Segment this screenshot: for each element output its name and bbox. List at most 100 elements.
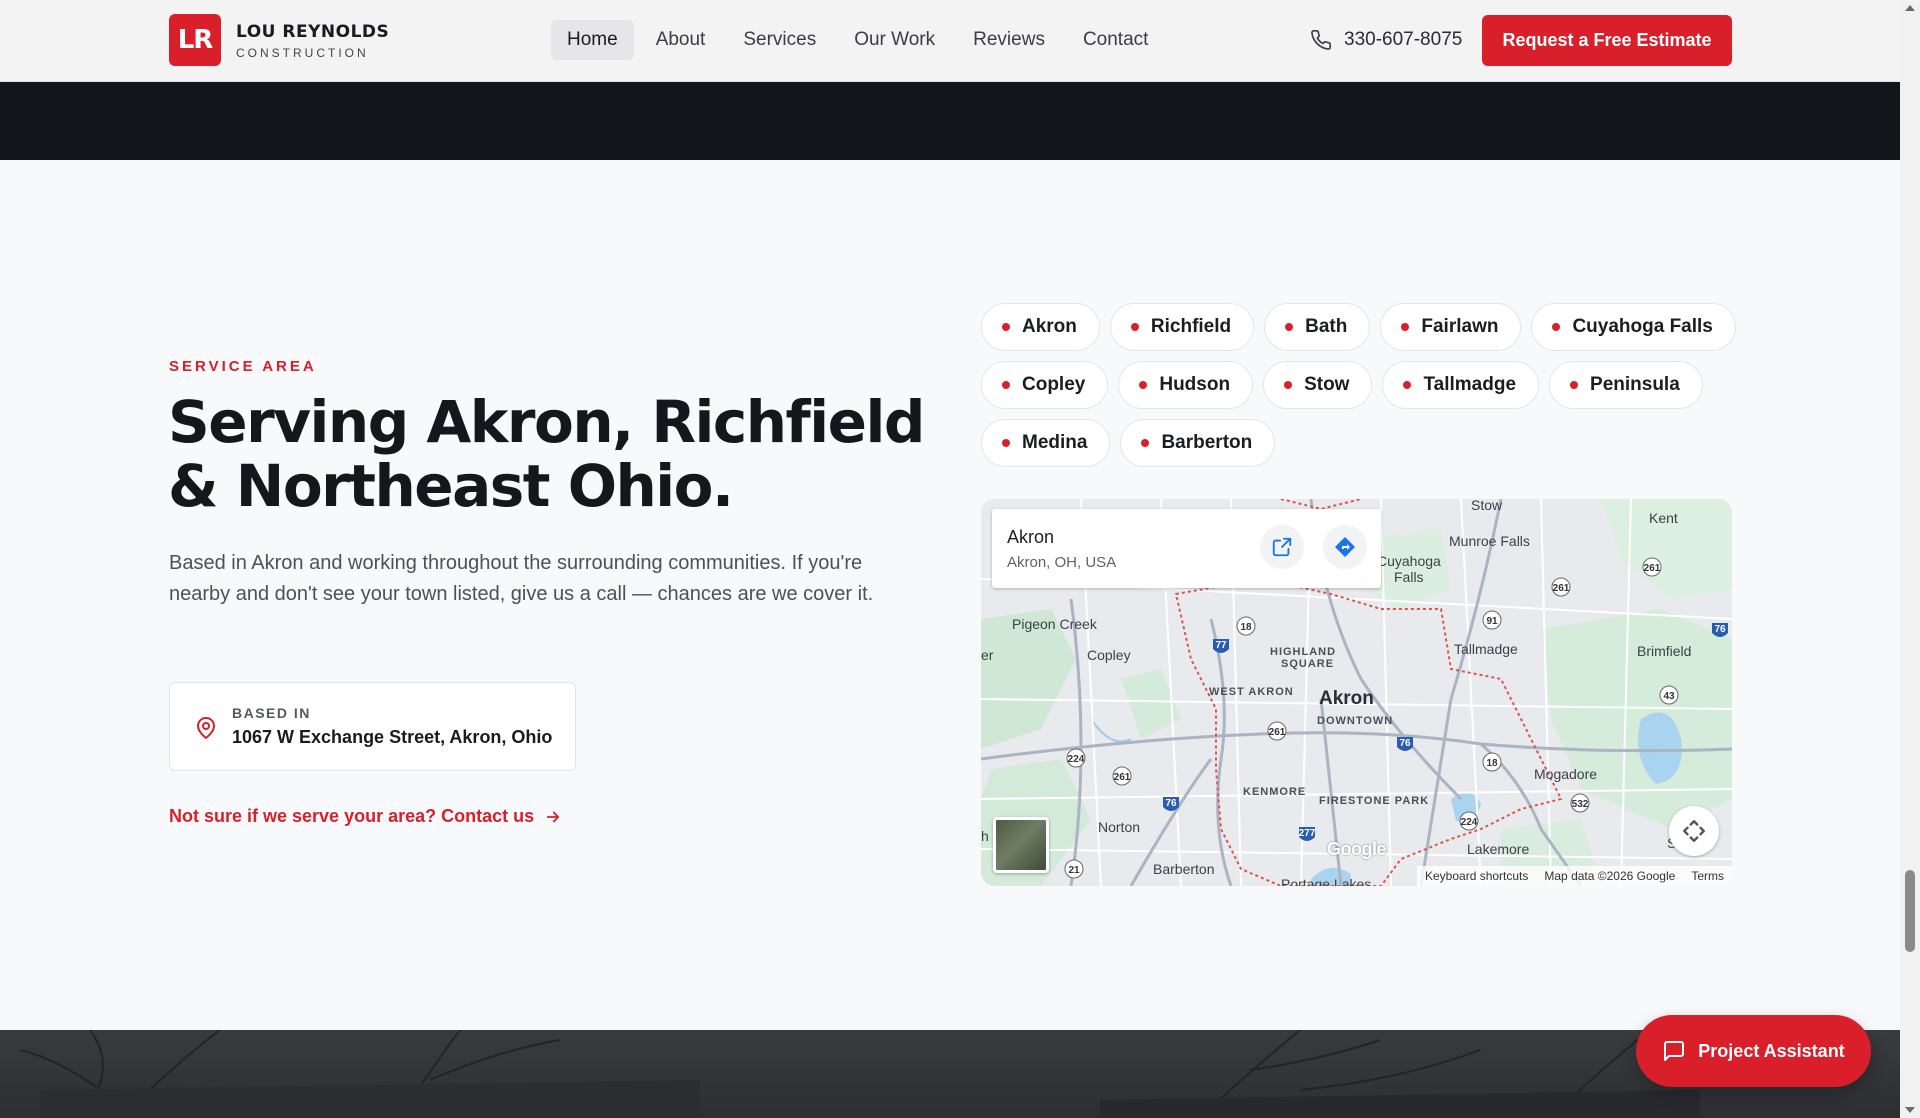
place-card-title: Akron xyxy=(1007,527,1055,547)
chip-label: Tallmadge xyxy=(1423,374,1517,395)
hero-bottom-band xyxy=(0,82,1900,160)
external-link-icon xyxy=(1272,537,1292,557)
dot-icon xyxy=(1002,323,1010,331)
satellite-toggle[interactable] xyxy=(993,817,1049,873)
terms-link[interactable]: Terms xyxy=(1691,869,1724,883)
chip-cuyahoga-falls[interactable]: Cuyahoga Falls xyxy=(1531,303,1736,351)
map-label-akron: Akron xyxy=(1319,688,1374,709)
svg-text:76: 76 xyxy=(1714,624,1726,635)
chip-medina[interactable]: Medina xyxy=(981,419,1111,467)
request-estimate-button[interactable]: Request a Free Estimate xyxy=(1482,15,1732,66)
phone-icon xyxy=(1311,30,1331,50)
contact-us-link[interactable]: Not sure if we serve your area? Contact … xyxy=(169,806,562,827)
chip-barberton[interactable]: Barberton xyxy=(1120,419,1276,467)
map-label: Mogadore xyxy=(1534,766,1598,782)
place-card: Akron Akron, OH, USA xyxy=(992,509,1381,588)
svg-text:261: 261 xyxy=(1269,727,1286,738)
chip-label: Hudson xyxy=(1159,374,1231,395)
logo-mark[interactable]: LR xyxy=(169,14,221,66)
map-label: Barberton xyxy=(1153,861,1215,877)
chip-label: Barberton xyxy=(1161,432,1253,453)
map-label: KENMORE xyxy=(1243,786,1307,798)
chip-fairlawn[interactable]: Fairlawn xyxy=(1380,303,1522,351)
map-label: Falls xyxy=(1394,569,1424,585)
phone-link[interactable]: 330-607-8075 xyxy=(1310,24,1462,56)
section-description: Based in Akron and working throughout th… xyxy=(169,552,874,605)
section-eyebrow: SERVICE AREA xyxy=(169,358,317,375)
logo-subtitle: CONSTRUCTION xyxy=(236,46,369,60)
chip-stow[interactable]: Stow xyxy=(1263,361,1373,409)
svg-text:224: 224 xyxy=(1461,817,1478,828)
svg-text:76: 76 xyxy=(1165,798,1177,809)
nav-contact[interactable]: Contact xyxy=(1067,20,1164,60)
nav-services[interactable]: Services xyxy=(727,20,832,60)
place-card-subtitle: Akron, OH, USA xyxy=(1007,554,1117,571)
phone-number: 330-607-8075 xyxy=(1344,29,1463,50)
open-in-maps-button[interactable] xyxy=(1260,525,1304,569)
svg-text:91: 91 xyxy=(1486,616,1498,627)
map-data-text: Map data ©2026 Google xyxy=(1544,869,1676,883)
nav-about[interactable]: About xyxy=(640,20,722,60)
map-label: FIRESTONE PARK xyxy=(1319,795,1430,807)
next-section-image xyxy=(0,1030,1900,1118)
svg-text:261: 261 xyxy=(1114,772,1131,783)
map-label: Kent xyxy=(1649,510,1678,526)
logo-name[interactable]: LOU REYNOLDS xyxy=(236,22,389,42)
chip-tallmadge[interactable]: Tallmadge xyxy=(1382,361,1540,409)
chip-peninsula[interactable]: Peninsula xyxy=(1549,361,1703,409)
page-scrollbar[interactable] xyxy=(1900,0,1920,1118)
svg-text:18: 18 xyxy=(1486,758,1498,769)
dot-icon xyxy=(1285,323,1294,331)
nav-reviews[interactable]: Reviews xyxy=(957,20,1061,60)
map-label: Copley xyxy=(1087,647,1131,663)
svg-text:277: 277 xyxy=(1299,828,1316,839)
chip-label: Akron xyxy=(1022,316,1077,337)
based-in-label: BASED IN xyxy=(232,705,311,721)
map-attribution: Keyboard shortcuts Map data ©2026 Google… xyxy=(1417,866,1732,886)
fullscreen-button[interactable] xyxy=(1669,806,1719,856)
directions-button[interactable] xyxy=(1323,525,1367,569)
main-nav: Home About Services Our Work Reviews Con… xyxy=(551,20,1164,60)
chip-label: Medina xyxy=(1022,432,1088,453)
map-label: Stow xyxy=(1471,499,1503,513)
chip-label: Bath xyxy=(1305,316,1348,337)
svg-text:77: 77 xyxy=(1215,640,1227,651)
map-label: Portage Lakes xyxy=(1281,876,1372,886)
chip-akron[interactable]: Akron xyxy=(981,303,1100,351)
contact-link-label: Not sure if we serve your area? Contact … xyxy=(169,806,535,826)
embedded-map[interactable]: 77 76 76 277 76 18 261 261 18 91 261 261 43 532 2… xyxy=(981,499,1732,886)
chip-label: Richfield xyxy=(1150,316,1232,337)
map-label: Norton xyxy=(1098,819,1141,835)
scroll-thumb[interactable] xyxy=(1905,870,1915,952)
dot-icon xyxy=(1002,381,1010,389)
map-label: DOWNTOWN xyxy=(1317,715,1394,727)
chip-copley[interactable]: Copley xyxy=(981,361,1109,409)
headline-line-2: & Northeast Ohio. xyxy=(168,452,734,520)
project-assistant-button[interactable]: Project Assistant xyxy=(1636,1015,1871,1087)
scroll-up-icon[interactable] xyxy=(1905,5,1915,11)
fullscreen-icon xyxy=(1683,820,1705,842)
map-label: HIGHLAND xyxy=(1270,646,1337,658)
site-header: LR LOU REYNOLDS CONSTRUCTION Home About … xyxy=(0,0,1900,82)
map-label: er xyxy=(981,647,994,663)
nav-our-work[interactable]: Our Work xyxy=(838,20,951,60)
svg-text:21: 21 xyxy=(1068,865,1080,876)
keyboard-shortcuts-link[interactable]: Keyboard shortcuts xyxy=(1425,869,1528,883)
dot-icon xyxy=(1570,381,1579,389)
dot-icon xyxy=(1552,323,1561,331)
map-label: Tallmadge xyxy=(1454,641,1518,657)
nav-home[interactable]: Home xyxy=(551,20,634,60)
scroll-down-icon[interactable] xyxy=(1905,1107,1915,1113)
chip-richfield[interactable]: Richfield xyxy=(1109,303,1255,351)
dot-icon xyxy=(1139,381,1148,389)
map-label: h xyxy=(981,828,989,844)
service-area-chips: Akron Richfield Bath Fairlawn Cuyahoga F… xyxy=(981,303,1741,467)
headline-line-1: Serving Akron, Richfield xyxy=(168,388,925,456)
chip-bath[interactable]: Bath xyxy=(1264,303,1371,351)
map-label: Brimfield xyxy=(1637,643,1692,659)
map-label: Pigeon Creek xyxy=(1012,616,1097,632)
chip-hudson[interactable]: Hudson xyxy=(1118,361,1254,409)
directions-icon xyxy=(1335,537,1355,557)
based-in-address: 1067 W Exchange Street, Akron, Ohio xyxy=(232,727,553,747)
dot-icon xyxy=(1141,439,1150,447)
